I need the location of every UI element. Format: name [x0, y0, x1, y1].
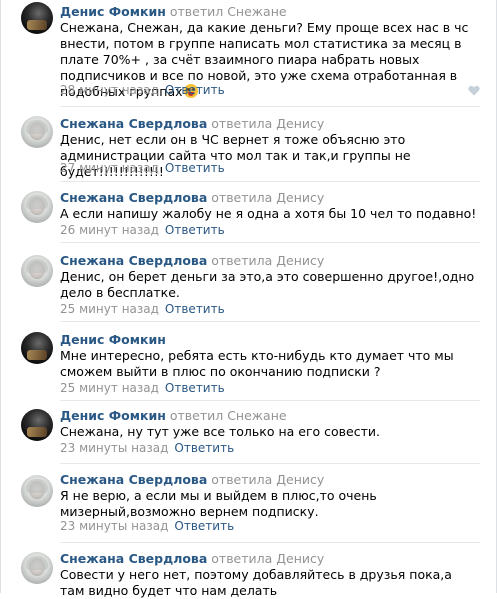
comment-header: Снежана Свердлова ответила Денису [60, 473, 324, 487]
reply-button[interactable]: Ответить [174, 441, 234, 455]
timestamp[interactable]: 25 минут назад [60, 302, 159, 316]
avatar[interactable] [21, 255, 53, 287]
comment-meta: 23 минуты назад Ответить [60, 519, 234, 533]
timestamp[interactable]: 26 минут назад [60, 223, 159, 237]
reply-target[interactable]: ответил Снежане [170, 4, 287, 19]
comment-text: Мне интересно, ребята есть кто-нибудь кт… [60, 348, 454, 379]
author-name[interactable]: Денис Фомкин [60, 4, 166, 19]
left-border [0, 0, 1, 593]
comment-text: А если напишу жалобу не я одна а хотя бы… [60, 206, 477, 221]
comment-text: Снежана, ну тут уже все только на его со… [60, 424, 380, 439]
reply-button[interactable]: Ответить [165, 161, 225, 175]
reply-target[interactable]: ответила Денису [211, 472, 324, 487]
reply-button[interactable]: Ответить [165, 83, 225, 97]
reply-button[interactable]: Ответить [174, 519, 234, 533]
timestamp[interactable]: 23 минуты назад [60, 519, 168, 533]
comment-meta: 25 минут назад Ответить [60, 381, 225, 395]
timestamp[interactable]: 25 минут назад [60, 381, 159, 395]
comment-header: Денис Фомкин ответил Снежане [60, 409, 287, 423]
avatar[interactable] [21, 409, 53, 441]
avatar[interactable] [21, 2, 53, 34]
avatar[interactable] [21, 191, 53, 223]
reply-target[interactable]: ответила Денису [211, 116, 324, 131]
author-name[interactable]: Денис Фомкин [60, 408, 166, 423]
separator [60, 463, 480, 464]
timestamp[interactable]: 23 минуты назад [60, 441, 168, 455]
comment-header: Денис Фомкин [60, 333, 166, 347]
author-name[interactable]: Денис Фомкин [60, 332, 166, 347]
like-icon[interactable] [468, 85, 480, 96]
comment-header: Снежана Свердлова ответила Денису [60, 552, 324, 566]
comment-meta: 27 минут назад Ответить [60, 161, 225, 175]
comment-meta: 25 минут назад Ответить [60, 302, 225, 316]
author-name[interactable]: Снежана Свердлова [60, 551, 207, 566]
comment-meta: 23 минуты назад Ответить [60, 441, 234, 455]
avatar[interactable] [21, 116, 53, 148]
comment-text: Я не верю, а если мы и выйдем в плюс,то … [60, 488, 377, 519]
reply-button[interactable]: Ответить [165, 381, 225, 395]
separator [60, 321, 480, 322]
comment-header: Денис Фомкин ответил Снежане [60, 5, 287, 19]
author-name[interactable]: Снежана Свердлова [60, 190, 207, 205]
timestamp[interactable]: 27 минут назад [60, 161, 159, 175]
separator [60, 181, 480, 182]
reply-button[interactable]: Ответить [165, 223, 225, 237]
separator [60, 542, 480, 543]
comment-text: Совести у него нет, поэтому добавляйтесь… [60, 567, 452, 598]
avatar[interactable] [21, 332, 53, 364]
reply-button[interactable]: Ответить [165, 302, 225, 316]
comment-meta: 26 минут назад Ответить [60, 223, 225, 237]
comment-header: Снежана Свердлова ответила Денису [60, 117, 324, 131]
author-name[interactable]: Снежана Свердлова [60, 253, 207, 268]
comment-header: Снежана Свердлова ответила Денису [60, 254, 324, 268]
comment-header: Снежана Свердлова ответила Денису [60, 191, 324, 205]
comment-text: Денис, он берет деньги за это,а это сове… [60, 269, 475, 300]
avatar[interactable] [21, 552, 53, 584]
avatar[interactable] [21, 475, 53, 507]
separator [60, 242, 480, 243]
timestamp[interactable]: 28 минут назад [60, 83, 159, 97]
separator [60, 400, 480, 401]
author-name[interactable]: Снежана Свердлова [60, 116, 207, 131]
separator [60, 106, 480, 107]
reply-target[interactable]: ответила Денису [211, 190, 324, 205]
reply-target[interactable]: ответил Снежане [170, 408, 287, 423]
author-name[interactable]: Снежана Свердлова [60, 472, 207, 487]
reply-target[interactable]: ответила Денису [211, 551, 324, 566]
comment-meta: 28 минут назад Ответить [60, 83, 225, 97]
reply-target[interactable]: ответила Денису [211, 253, 324, 268]
